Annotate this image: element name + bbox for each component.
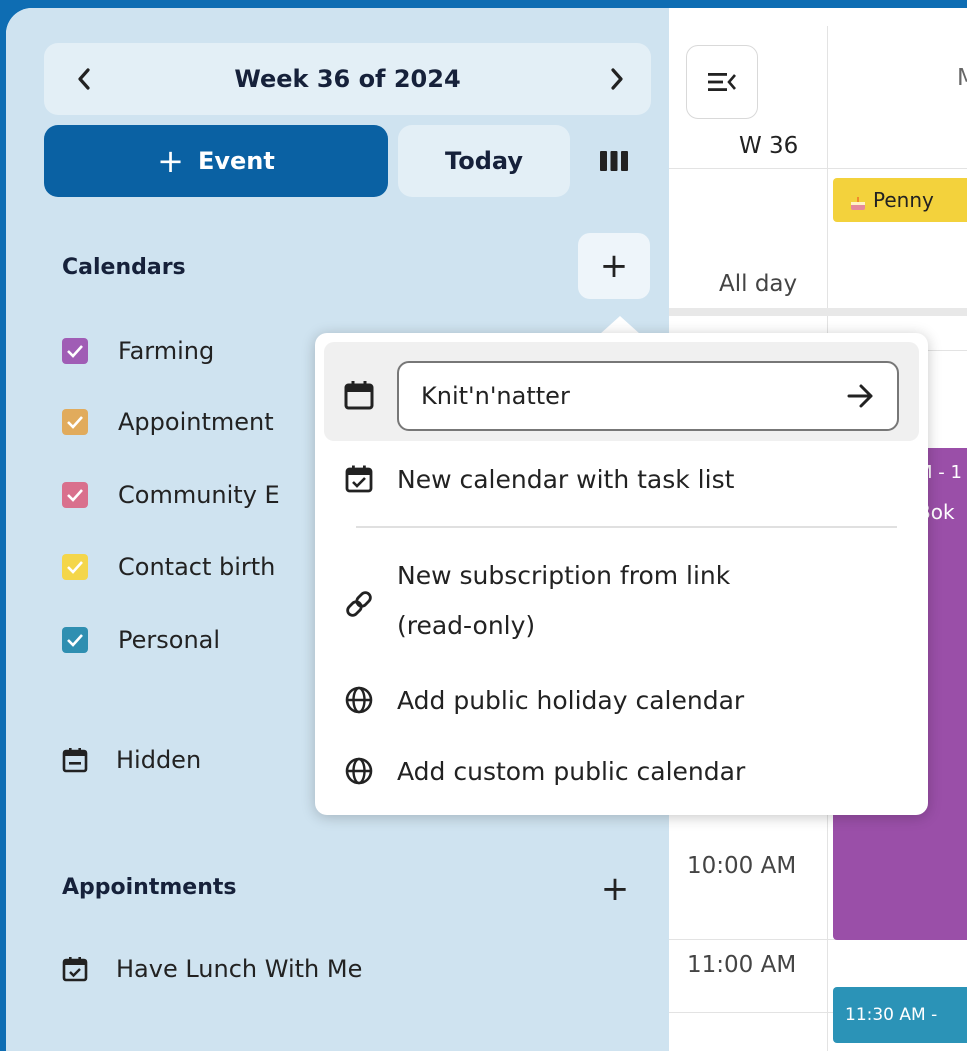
- add-appointment-button[interactable]: +: [588, 864, 642, 914]
- collapse-menu-icon: [708, 73, 736, 91]
- next-week-button[interactable]: [587, 43, 647, 115]
- view-columns-icon: [600, 151, 628, 171]
- menu-item-label: Add custom public calendar: [397, 756, 746, 786]
- week-navigator: Week 36 of 2024: [44, 43, 651, 115]
- check-icon: [67, 489, 83, 502]
- menu-item-label-line2: (read-only): [397, 611, 536, 640]
- calendar-check-icon: [62, 957, 88, 982]
- new-event-button[interactable]: + Event: [44, 125, 388, 197]
- week-title: Week 36 of 2024: [234, 65, 461, 93]
- time-label: 11:00 AM: [687, 952, 797, 978]
- calendar-label: Community E: [118, 481, 280, 509]
- plus-icon: +: [600, 869, 630, 909]
- calendar-app: Week 36 of 2024 + Event Today Calendars …: [6, 8, 967, 1051]
- week-number: W 36: [739, 133, 799, 159]
- check-icon: [67, 634, 83, 647]
- birthday-event-title: Penny: [873, 188, 934, 212]
- hidden-label: Hidden: [116, 746, 202, 774]
- new-calendar-popover: Knit'n'natter New calendar with task lis…: [315, 333, 928, 815]
- calendar-item-contact-birthdays[interactable]: Contact birth: [62, 545, 275, 589]
- allday-divider: [669, 308, 967, 316]
- calendar-minus-icon: [62, 748, 88, 773]
- menu-item-label: Add public holiday calendar: [397, 685, 745, 715]
- calendar-label: Appointment: [118, 408, 274, 436]
- new-event-label: Event: [197, 147, 275, 175]
- calendar-item-appointment[interactable]: Appointment: [62, 400, 274, 444]
- new-subscription-from-link[interactable]: New subscription from link (read-only): [315, 553, 928, 653]
- allday-label: All day: [719, 271, 798, 297]
- globe-icon: [345, 686, 373, 714]
- calendars-heading: Calendars: [62, 255, 186, 280]
- calendar-label: Personal: [118, 626, 221, 654]
- checkbox[interactable]: [62, 627, 88, 653]
- add-public-holiday-calendar[interactable]: Add public holiday calendar: [315, 678, 928, 722]
- checkbox[interactable]: [62, 338, 88, 364]
- birthday-event[interactable]: Penny: [833, 178, 967, 222]
- event-time: 11:30 AM -: [845, 1005, 938, 1025]
- grid-divider: [669, 168, 967, 169]
- menu-item-label-line1: New subscription from link: [397, 561, 731, 590]
- checkbox[interactable]: [62, 482, 88, 508]
- input-value: Knit'n'natter: [421, 382, 570, 410]
- time-label: 10:00 AM: [687, 853, 797, 879]
- check-icon: [67, 416, 83, 429]
- today-label: Today: [445, 147, 523, 175]
- calendar-item-community[interactable]: Community E: [62, 473, 280, 517]
- calendar-icon: [344, 381, 374, 410]
- popover-arrow: [600, 316, 640, 334]
- chevron-right-icon: [611, 68, 623, 90]
- calendar-label: Contact birth: [118, 553, 276, 581]
- calendar-label: Farming: [118, 337, 215, 365]
- today-button[interactable]: Today: [398, 125, 570, 197]
- check-icon: [67, 561, 83, 574]
- day-header[interactable]: M: [957, 65, 967, 91]
- new-calendar-name-input[interactable]: Knit'n'natter: [397, 361, 899, 431]
- calendar-item-farming[interactable]: Farming: [62, 329, 214, 373]
- appointments-heading: Appointments: [62, 875, 237, 900]
- calendar-event[interactable]: 11:30 AM -: [833, 987, 967, 1043]
- menu-divider: [356, 526, 897, 528]
- checkbox[interactable]: [62, 409, 88, 435]
- cake-icon: [849, 192, 867, 210]
- previous-week-button[interactable]: [54, 43, 114, 115]
- checkbox[interactable]: [62, 554, 88, 580]
- new-calendar-with-task-list[interactable]: New calendar with task list: [315, 457, 928, 501]
- view-switcher-button[interactable]: [584, 125, 644, 197]
- link-icon: [346, 591, 372, 617]
- add-custom-public-calendar[interactable]: Add custom public calendar: [315, 749, 928, 793]
- arrow-right-icon[interactable]: [843, 377, 879, 415]
- appointment-item[interactable]: Have Lunch With Me: [62, 947, 362, 991]
- check-icon: [67, 345, 83, 358]
- plus-icon: +: [599, 246, 629, 286]
- calendar-item-personal[interactable]: Personal: [62, 618, 220, 662]
- chevron-left-icon: [78, 68, 90, 90]
- calendar-check-icon: [345, 465, 373, 493]
- toggle-sidebar-button[interactable]: [686, 45, 758, 119]
- hidden-calendars-toggle[interactable]: Hidden: [62, 738, 201, 782]
- add-calendar-button[interactable]: +: [578, 233, 650, 299]
- menu-item-label: New calendar with task list: [397, 464, 735, 494]
- plus-icon: +: [157, 142, 184, 180]
- appointment-label: Have Lunch With Me: [116, 955, 363, 983]
- globe-icon: [345, 757, 373, 785]
